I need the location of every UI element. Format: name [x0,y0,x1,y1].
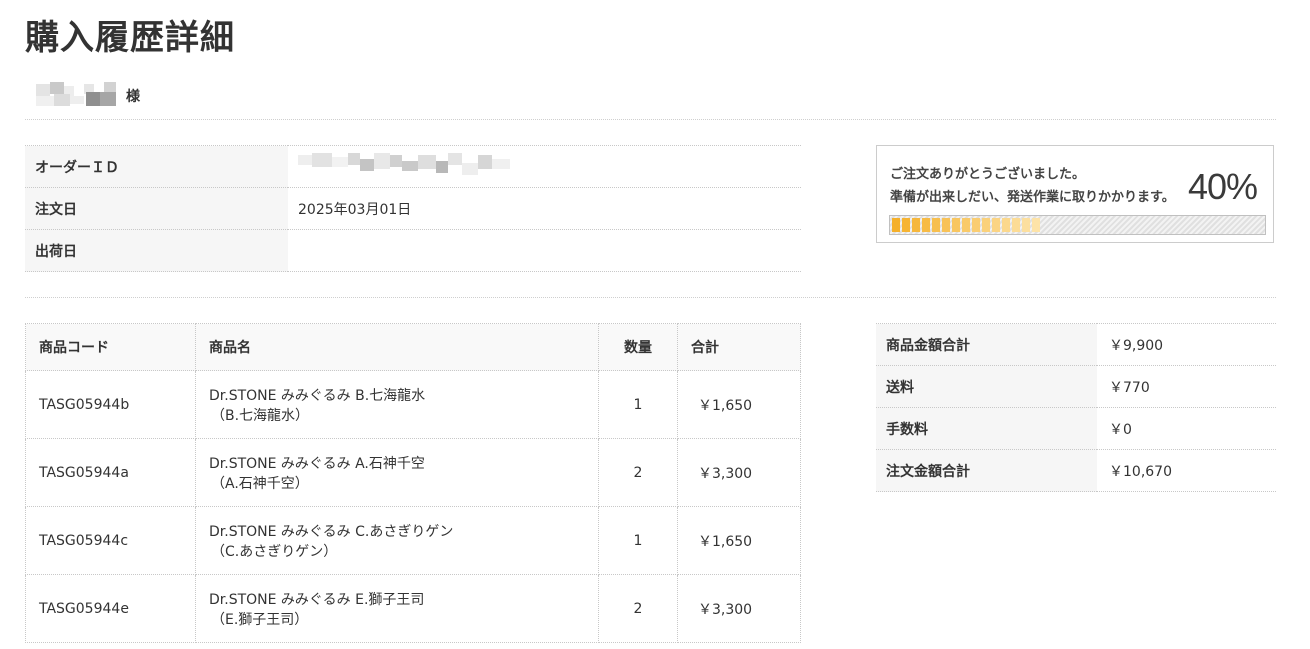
redacted-order-id [298,149,518,185]
redacted-customer-name [36,80,124,110]
customer-name: 様 [36,80,140,110]
status-line-2: 準備が出来しだい、発送作業に取りかかります。 [890,190,1175,205]
ship-date-row: 出荷日 [25,229,801,272]
item-variant: （C.あさぎりゲン） [211,543,338,560]
progress-segment [992,218,1000,232]
item-code: TASG05944b [25,370,196,439]
item-code: TASG05944e [25,574,196,643]
item-name: Dr.STONE みみぐるみ B.七海龍水 （B.七海龍水） [195,370,599,439]
progress-segment [922,218,930,232]
honorific-label: 様 [126,89,140,105]
divider [25,297,1276,298]
progress-segment [1012,218,1020,232]
column-header-qty: 数量 [598,323,678,371]
order-items-table: 商品コード 商品名 数量 合計 TASG05944b Dr.STONE みみぐる… [25,323,801,643]
progress-segment [962,218,970,232]
progress-segment [982,218,990,232]
column-header-total: 合計 [677,323,801,371]
item-qty: 2 [598,438,678,507]
status-line-1: ご注文ありがとうございました。 [890,167,1086,182]
shipping-value: ￥770 [1097,365,1276,408]
item-name-line: Dr.STONE みみぐるみ B.七海龍水 [209,387,426,404]
order-total-row: 注文金額合計 ￥10,670 [876,449,1276,492]
item-variant: （B.七海龍水） [211,407,310,424]
order-total-value: ￥10,670 [1097,449,1276,492]
fee-value: ￥0 [1097,407,1276,450]
item-total: ￥1,650 [677,506,801,575]
fee-label: 手数料 [876,407,1097,450]
items-header-row: 商品コード 商品名 数量 合計 [25,323,801,371]
progress-bar-fill [892,218,1040,232]
table-row: TASG05944e Dr.STONE みみぐるみ E.獅子王司 （E.獅子王司）… [25,574,801,643]
order-date-label: 注文日 [25,187,288,230]
order-total-label: 注文金額合計 [876,449,1097,492]
progress-segment [1022,218,1030,232]
item-total: ￥3,300 [677,574,801,643]
item-code: TASG05944c [25,506,196,575]
item-code: TASG05944a [25,438,196,507]
subtotal-row: 商品金額合計 ￥9,900 [876,323,1276,366]
progress-segment [892,218,900,232]
subtotal-label: 商品金額合計 [876,323,1097,366]
progress-segment [902,218,910,232]
item-name: Dr.STONE みみぐるみ E.獅子王司 （E.獅子王司） [195,574,599,643]
item-variant: （E.獅子王司） [211,611,309,628]
progress-segment [1032,218,1040,232]
progress-segment [1002,218,1010,232]
progress-bar [889,215,1266,235]
order-status-message: ご注文ありがとうございました。 準備が出来しだい、発送作業に取りかかります。 [890,163,1175,209]
progress-segment [972,218,980,232]
item-qty: 1 [598,506,678,575]
ship-date-label: 出荷日 [25,229,288,272]
table-row: TASG05944b Dr.STONE みみぐるみ B.七海龍水 （B.七海龍水）… [25,370,801,439]
page-title: 購入履歴詳細 [25,18,235,58]
subtotal-value: ￥9,900 [1097,323,1276,366]
column-header-name: 商品名 [195,323,599,371]
order-info-table: オーダーＩＤ 注文日 2025年03月01日 出荷日 [25,145,801,272]
order-summary-table: 商品金額合計 ￥9,900 送料 ￥770 手数料 ￥0 注文金額合計 ￥10,… [876,323,1276,492]
divider [25,119,1276,120]
order-date-row: 注文日 2025年03月01日 [25,187,801,230]
order-id-value [288,145,801,188]
order-status-box: ご注文ありがとうございました。 準備が出来しだい、発送作業に取りかかります。 4… [876,145,1274,243]
order-date-value: 2025年03月01日 [288,187,801,230]
progress-segment [942,218,950,232]
fee-row: 手数料 ￥0 [876,407,1276,450]
column-header-code: 商品コード [25,323,196,371]
item-name: Dr.STONE みみぐるみ A.石神千空 （A.石神千空） [195,438,599,507]
progress-segment [952,218,960,232]
progress-segment [932,218,940,232]
ship-date-value [288,229,801,272]
item-total: ￥1,650 [677,370,801,439]
table-row: TASG05944a Dr.STONE みみぐるみ A.石神千空 （A.石神千空）… [25,438,801,507]
table-row: TASG05944c Dr.STONE みみぐるみ C.あさぎりゲン （C.あさぎ… [25,506,801,575]
order-id-label: オーダーＩＤ [25,145,288,188]
progress-segment [912,218,920,232]
shipping-row: 送料 ￥770 [876,365,1276,408]
shipping-label: 送料 [876,365,1097,408]
item-qty: 2 [598,574,678,643]
item-name: Dr.STONE みみぐるみ C.あさぎりゲン （C.あさぎりゲン） [195,506,599,575]
item-qty: 1 [598,370,678,439]
item-name-line: Dr.STONE みみぐるみ A.石神千空 [209,455,425,472]
item-name-line: Dr.STONE みみぐるみ E.獅子王司 [209,591,425,608]
item-variant: （A.石神千空） [211,475,309,492]
item-total: ￥3,300 [677,438,801,507]
progress-percent: 40% [1187,166,1258,207]
order-id-row: オーダーＩＤ [25,145,801,188]
item-name-line: Dr.STONE みみぐるみ C.あさぎりゲン [209,523,454,540]
